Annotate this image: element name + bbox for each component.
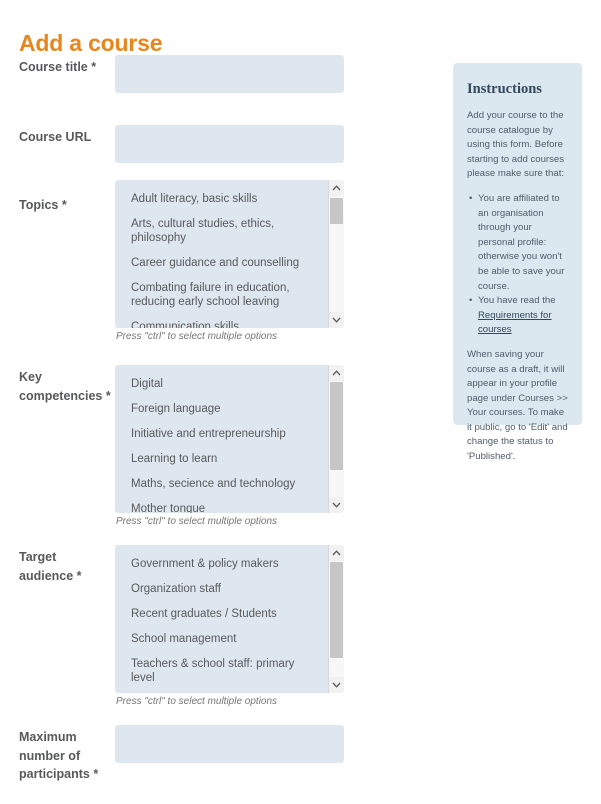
field-course-title: Course title * <box>0 55 440 128</box>
topics-scroll-thumb[interactable] <box>330 198 343 224</box>
list-item[interactable]: Learning to learn <box>115 446 328 471</box>
scroll-up-icon[interactable] <box>329 545 344 561</box>
field-label-max-participants: Maximum number of participants * <box>19 730 99 781</box>
scroll-up-icon[interactable] <box>329 180 344 196</box>
target-audience-scrollbar[interactable] <box>328 545 344 693</box>
target-audience-hint: Press "ctrl" to select multiple options <box>116 696 278 707</box>
instructions-panel: Instructions Add your course to the cour… <box>453 63 582 462</box>
requirements-for-courses-link[interactable]: Requirements for courses <box>478 310 552 336</box>
page-title: Add a course <box>19 30 163 57</box>
course-title-input[interactable] <box>115 55 344 93</box>
target-audience-options: Government & policy makers Organization … <box>115 545 328 693</box>
list-item[interactable]: Maths, secience and technology <box>115 471 328 496</box>
key-competencies-scroll-thumb[interactable] <box>330 382 343 470</box>
course-url-input[interactable] <box>115 125 344 163</box>
key-competencies-scrollbar[interactable] <box>328 365 344 513</box>
scroll-down-icon[interactable] <box>329 312 344 328</box>
list-item[interactable]: Combating failure in education, reducing… <box>115 275 328 314</box>
field-label-course-url: Course URL <box>19 130 92 144</box>
field-label-key-competencies: Key competencies * <box>19 370 111 403</box>
list-item[interactable]: Recent graduates / Students <box>115 601 328 626</box>
key-competencies-options: Digital Foreign language Initiative and … <box>115 365 328 514</box>
list-item[interactable]: Digital <box>115 371 328 396</box>
scroll-up-icon[interactable] <box>329 365 344 381</box>
field-key-competencies: Key competencies * Digital Foreign langu… <box>0 365 440 548</box>
list-item[interactable]: Foreign language <box>115 396 328 421</box>
list-item[interactable]: Teachers & school staff: primary level <box>115 651 328 690</box>
list-item[interactable]: Government & policy makers <box>115 551 328 576</box>
target-audience-listbox[interactable]: Government & policy makers Organization … <box>115 545 344 693</box>
key-competencies-listbox[interactable]: Digital Foreign language Initiative and … <box>115 365 344 513</box>
target-audience-scroll-track[interactable] <box>329 561 344 677</box>
key-competencies-scroll-track[interactable] <box>329 381 344 497</box>
topics-listbox[interactable]: Adult literacy, basic skills Arts, cultu… <box>115 180 344 328</box>
field-label-topics: Topics * <box>19 198 67 212</box>
field-label-course-title: Course title * <box>19 60 97 74</box>
topics-scroll-track[interactable] <box>329 196 344 312</box>
list-item[interactable]: Arts, cultural studies, ethics, philosop… <box>115 211 328 250</box>
list-item[interactable]: Communication skills <box>115 314 328 329</box>
list-item[interactable]: Mother tongue <box>115 496 328 514</box>
topics-options: Adult literacy, basic skills Arts, cultu… <box>115 180 328 329</box>
field-label-target-audience: Target audience * <box>19 550 82 583</box>
list-item[interactable]: Adult literacy, basic skills <box>115 186 328 211</box>
add-course-page: Add a course Course title * Course URL T… <box>0 0 601 804</box>
course-form: Course title * Course URL Topics * Adult… <box>0 55 440 798</box>
instructions-bullet-affiliation: You are affiliated to an organisation th… <box>469 192 568 294</box>
list-item[interactable]: Organization staff <box>115 576 328 601</box>
max-participants-input[interactable] <box>115 725 344 763</box>
list-item[interactable]: School management <box>115 626 328 651</box>
field-topics: Topics * Adult literacy, basic skills Ar… <box>0 180 440 368</box>
instructions-bullet-requirements: You have read the Requirements for cours… <box>469 294 568 338</box>
target-audience-scroll-thumb[interactable] <box>330 562 343 658</box>
instructions-bullet-requirements-text: You have read the <box>478 295 556 307</box>
scroll-down-icon[interactable] <box>329 497 344 513</box>
instructions-outro: When saving your course as a draft, it w… <box>467 348 568 463</box>
instructions-list: You are affiliated to an organisation th… <box>467 192 568 338</box>
instructions-intro: Add your course to the course catalogue … <box>467 110 565 180</box>
topics-scrollbar[interactable] <box>328 180 344 328</box>
list-item[interactable]: Teachers & school staff: secondary level <box>115 690 328 693</box>
field-max-participants: Maximum number of participants * <box>0 725 440 798</box>
list-item[interactable]: Initiative and entrepreneurship <box>115 421 328 446</box>
field-target-audience: Target audience * Government & policy ma… <box>0 545 440 728</box>
topics-hint: Press "ctrl" to select multiple options <box>116 331 278 342</box>
scroll-down-icon[interactable] <box>329 677 344 693</box>
key-competencies-hint: Press "ctrl" to select multiple options <box>116 516 278 527</box>
instructions-heading: Instructions <box>467 81 542 97</box>
list-item[interactable]: Career guidance and counselling <box>115 250 328 275</box>
